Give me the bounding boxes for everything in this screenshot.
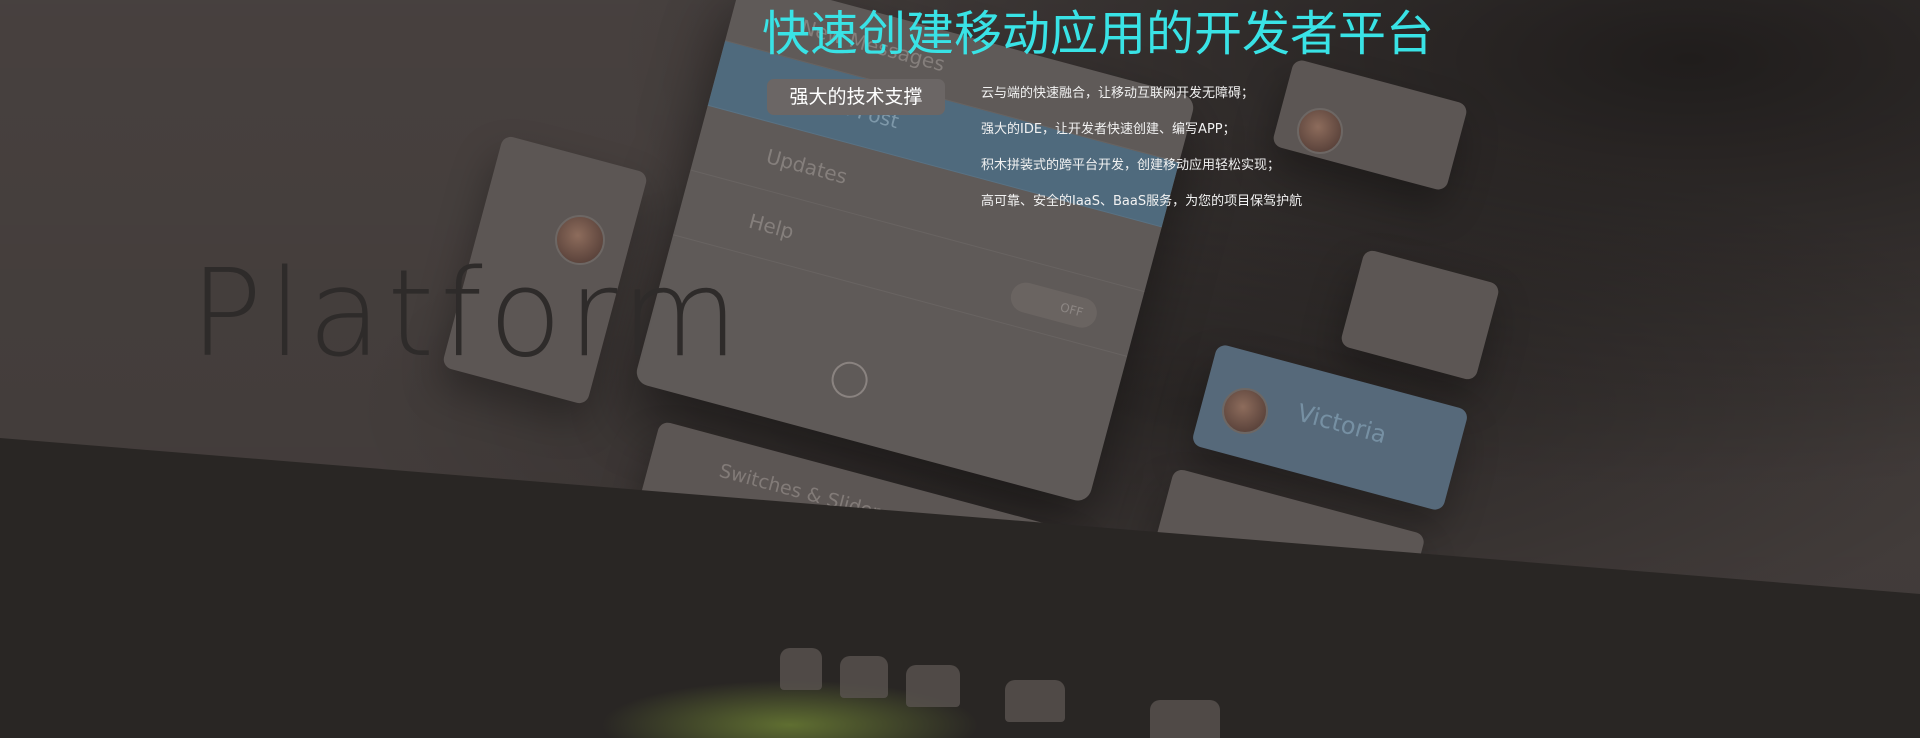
feature-item: 云与端的快速融合，让移动互联网开发无障碍； — [981, 86, 1255, 101]
page-title: 快速创建移动应用的开发者平台 — [762, 6, 1435, 62]
chevron-up-icon — [827, 357, 872, 402]
chair — [840, 656, 888, 698]
chair — [1005, 680, 1065, 722]
avatar-right — [1297, 108, 1343, 154]
chair — [780, 648, 822, 690]
chair — [906, 665, 960, 707]
chair — [1150, 700, 1220, 738]
tech-support-badge: 强大的技术支撑 — [767, 79, 945, 115]
feature-list: 云与端的快速融合，让移动互联网开发无障碍； 强大的IDE，让开发者快速创建、编写… — [981, 86, 1302, 230]
chat-card-name: Victoria — [1294, 398, 1390, 450]
feature-item: 高可靠、安全的IaaS、BaaS服务，为您的项目保驾护航 — [981, 194, 1303, 209]
platform-watermark: Platform — [190, 245, 745, 384]
feature-item: 积木拼装式的跨平台开发，创建移动应用轻松实现； — [981, 158, 1281, 173]
hero-banner: New Messages Upload Post Updates Help OF… — [0, 0, 1920, 738]
feature-item: 强大的IDE，让开发者快速创建、编写APP； — [981, 122, 1236, 137]
avatar-chat — [1222, 388, 1268, 434]
